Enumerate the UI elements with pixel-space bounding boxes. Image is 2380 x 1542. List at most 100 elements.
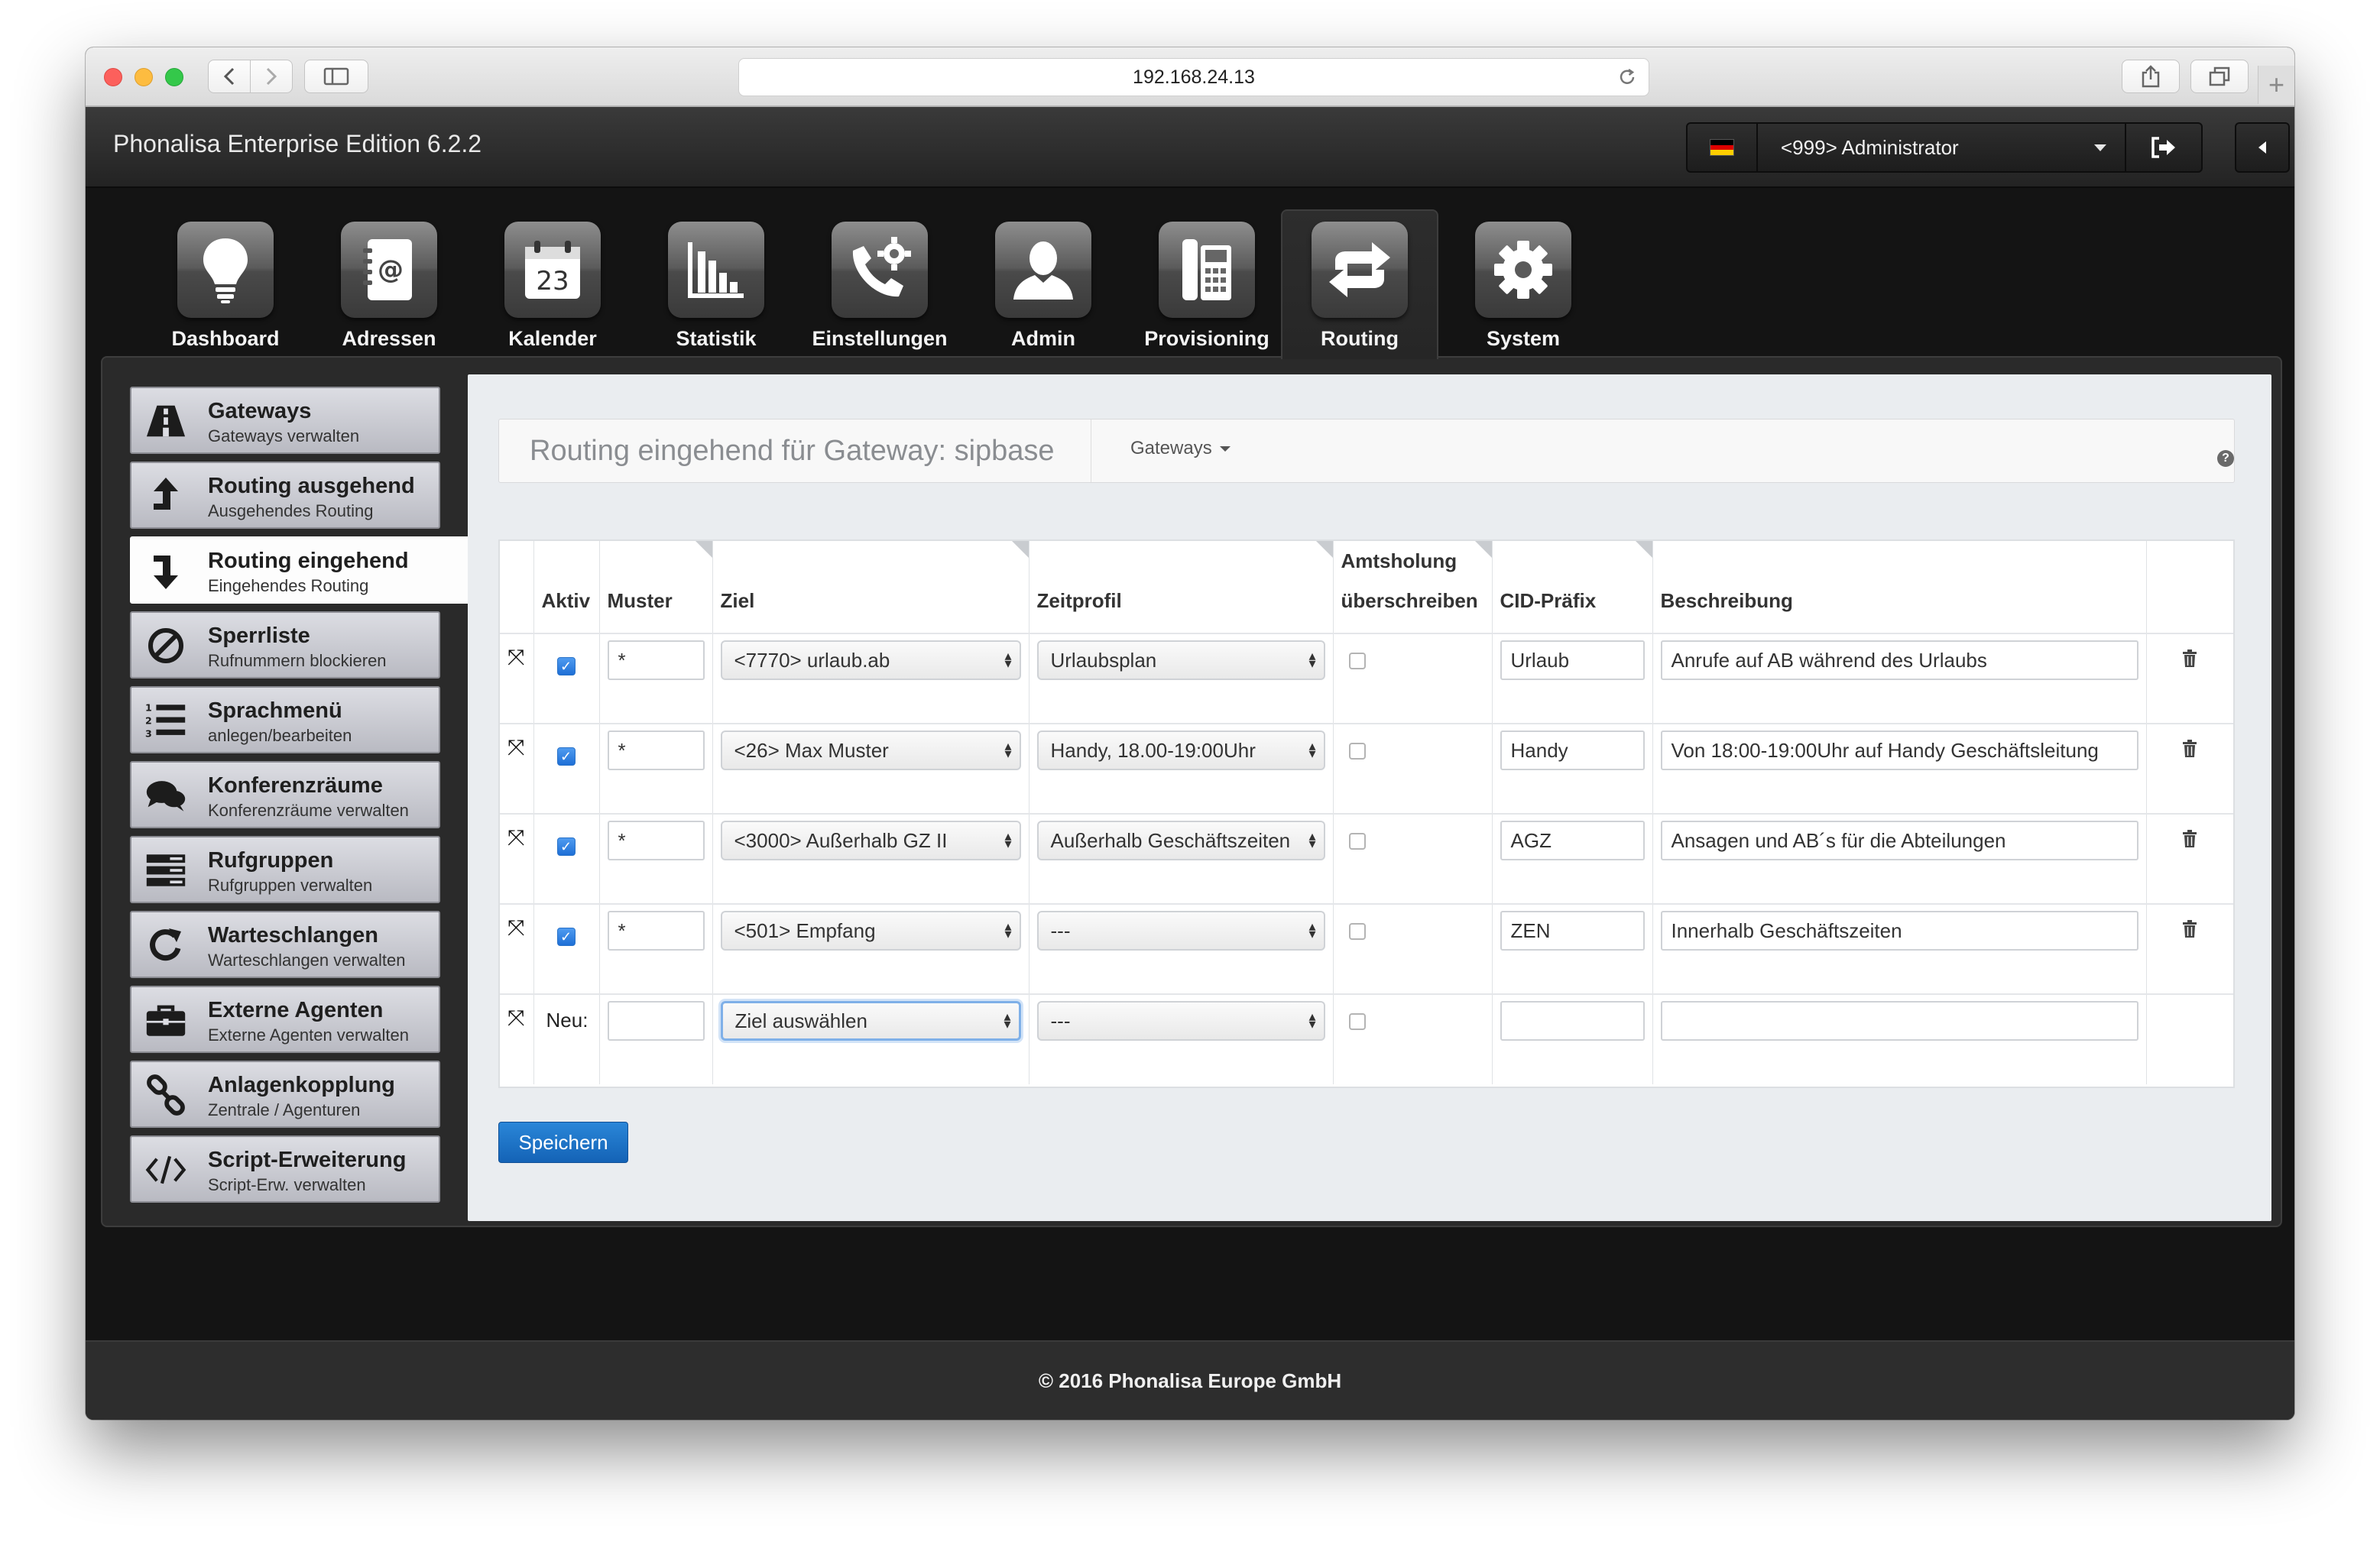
share-button[interactable] — [2122, 60, 2180, 93]
close-window-button[interactable] — [104, 68, 122, 86]
muster-input[interactable]: * — [607, 640, 705, 680]
collapse-button[interactable] — [2235, 122, 2290, 173]
forward-nav-button[interactable] — [250, 60, 293, 93]
header-zeitprofil[interactable]: Zeitprofil — [1029, 541, 1334, 633]
new-muster-input[interactable] — [607, 1001, 705, 1041]
ziel-select[interactable]: <3000> Außerhalb GZ II ▴ ▾ — [720, 821, 1021, 860]
new-beschreibung-input[interactable] — [1660, 1001, 2138, 1041]
zeitprofil-select[interactable]: Handy, 18.00-19:00Uhr ▴ ▾ — [1036, 731, 1325, 770]
new-ziel-select[interactable]: Ziel auswählen ▴ ▾ — [720, 1001, 1021, 1041]
nav-routing[interactable]: Routing — [1281, 209, 1438, 359]
move-icon[interactable]: ⤧ — [507, 1006, 524, 1031]
muster-input[interactable]: * — [607, 911, 705, 951]
header-amtsholung[interactable]: Amtsholung überschreiben — [1333, 541, 1493, 633]
nav-dashboard[interactable]: Dashboard — [147, 190, 304, 358]
nav-statistik[interactable]: Statistik — [637, 190, 795, 358]
nav-admin[interactable]: Admin — [965, 190, 1122, 358]
column-resize-handle[interactable] — [1011, 541, 1029, 558]
cid-input[interactable]: Handy — [1500, 731, 1645, 770]
sidebar-item-anlagenkopplung[interactable]: Anlagenkopplung Zentrale / Agenturen — [130, 1061, 440, 1128]
gateways-dropdown-label: Gateways — [1130, 438, 1212, 458]
move-icon[interactable]: ⤧ — [507, 735, 524, 760]
ziel-select[interactable]: <501> Empfang ▴ ▾ — [720, 911, 1021, 951]
calendar-day: 23 — [536, 266, 569, 296]
nav-kalender[interactable]: 23 Kalender — [474, 190, 631, 358]
beschreibung-input[interactable]: Anrufe auf AB während des Urlaubs — [1660, 640, 2138, 680]
move-icon[interactable]: ⤧ — [507, 825, 524, 850]
column-resize-handle[interactable] — [1474, 541, 1492, 558]
column-resize-handle[interactable] — [1315, 541, 1333, 558]
ziel-select[interactable]: <26> Max Muster ▴ ▾ — [720, 731, 1021, 770]
nav-adressen[interactable]: @ Adressen — [310, 190, 468, 358]
main-panel: Routing eingehend für Gateway: sipbase G… — [468, 374, 2271, 1221]
sidebar-item-warteschlangen[interactable]: Warteschlangen Warteschlangen verwalten — [130, 911, 440, 978]
user-dropdown[interactable]: <999> Administrator — [1758, 124, 2126, 171]
help-icon[interactable]: ? — [2217, 450, 2234, 467]
amtsholung-checkbox[interactable] — [1348, 653, 1366, 669]
trash-icon[interactable] — [2182, 830, 2197, 848]
cid-input[interactable]: ZEN — [1500, 911, 1645, 951]
new-amtsholung-checkbox[interactable] — [1348, 1013, 1366, 1030]
reload-icon[interactable] — [1616, 66, 1638, 88]
nav-provisioning[interactable]: Provisioning — [1128, 190, 1286, 358]
cid-input[interactable]: Urlaub — [1500, 640, 1645, 680]
sidebar-item-gateways[interactable]: Gateways Gateways verwalten — [130, 387, 440, 454]
zeitprofil-select[interactable]: Urlaubsplan ▴ ▾ — [1036, 640, 1325, 680]
nav-einstellungen[interactable]: Einstellungen — [801, 190, 958, 358]
tabs-button[interactable] — [2190, 60, 2249, 93]
move-icon[interactable]: ⤧ — [507, 645, 524, 670]
aktiv-checkbox[interactable]: ✓ — [556, 657, 576, 675]
language-flag-button[interactable] — [1688, 124, 1758, 171]
muster-input[interactable]: * — [607, 821, 705, 860]
amtsholung-checkbox[interactable] — [1348, 833, 1366, 850]
new-cid-input[interactable] — [1500, 1001, 1645, 1041]
amtsholung-checkbox[interactable] — [1348, 923, 1366, 940]
cid-input[interactable]: AGZ — [1500, 821, 1645, 860]
sidebar-item-routing-ausgehend[interactable]: Routing ausgehend Ausgehendes Routing — [130, 462, 440, 529]
aktiv-checkbox[interactable]: ✓ — [556, 928, 576, 946]
header-label: Muster — [607, 589, 673, 612]
move-icon[interactable]: ⤧ — [507, 915, 524, 941]
new-zeitprofil-select[interactable]: --- ▴ ▾ — [1036, 1001, 1325, 1041]
zeitprofil-select[interactable]: Außerhalb Geschäftszeiten ▴ ▾ — [1036, 821, 1325, 860]
beschreibung-input[interactable]: Ansagen und AB´s für die Abteilungen — [1660, 821, 2138, 860]
header-cid[interactable]: CID-Präfix — [1492, 541, 1653, 633]
sidebar-item-externe-agenten[interactable]: Externe Agenten Externe Agenten verwalte… — [130, 986, 440, 1053]
user-menu[interactable]: <999> Administrator — [1686, 122, 2203, 173]
sidebar-item-konferenzraeume[interactable]: Konferenzräume Konferenzräume verwalten — [130, 761, 440, 828]
sidebar-item-sprachmenue[interactable]: 1 23 Sprachmenü anlegen/bearbeiten — [130, 686, 440, 753]
gateways-dropdown[interactable]: Gateways — [1130, 438, 1231, 459]
sidebar-item-sperrliste[interactable]: Sperrliste Rufnummern blockieren — [130, 611, 440, 679]
new-tab-button[interactable]: + — [2258, 66, 2294, 104]
nav-system[interactable]: System — [1445, 190, 1602, 358]
trash-icon[interactable] — [2182, 740, 2197, 758]
muster-input[interactable]: * — [607, 731, 705, 770]
zoom-window-button[interactable] — [165, 68, 183, 86]
aktiv-checkbox[interactable]: ✓ — [556, 837, 576, 856]
back-nav-button[interactable] — [208, 60, 251, 93]
minimize-window-button[interactable] — [135, 68, 153, 86]
zeitprofil-select[interactable]: --- ▴ ▾ — [1036, 911, 1325, 951]
select-arrows-icon: ▴ ▾ — [1308, 738, 1316, 762]
beschreibung-input[interactable]: Innerhalb Geschäftszeiten — [1660, 911, 2138, 951]
sidebar-toggle-button[interactable] — [304, 60, 368, 93]
trash-icon[interactable] — [2182, 920, 2197, 938]
address-bar[interactable]: 192.168.24.13 — [738, 58, 1649, 96]
header-ziel[interactable]: Ziel — [712, 541, 1029, 633]
sidebar-item-rufgruppen[interactable]: Rufgruppen Rufgruppen verwalten — [130, 836, 440, 903]
header-muster[interactable]: Muster — [599, 541, 713, 633]
ziel-select[interactable]: <7770> urlaub.ab ▴ ▾ — [720, 640, 1021, 680]
trash-icon[interactable] — [2182, 650, 2197, 668]
logout-button[interactable] — [2126, 124, 2201, 171]
amtsholung-checkbox[interactable] — [1348, 743, 1366, 760]
column-resize-handle[interactable] — [695, 541, 712, 558]
aktiv-checkbox[interactable]: ✓ — [556, 747, 576, 766]
beschreibung-input[interactable]: Von 18:00-19:00Uhr auf Handy Geschäftsle… — [1660, 731, 2138, 770]
sidebar-title: Script-Erweiterung — [208, 1148, 407, 1172]
save-button[interactable]: Speichern — [498, 1122, 628, 1163]
sidebar-item-script-erweiterung[interactable]: Script-Erweiterung Script-Erw. verwalten — [130, 1135, 440, 1203]
sidebar-item-routing-eingehend[interactable]: Routing eingehend Eingehendes Routing — [130, 536, 469, 604]
column-resize-handle[interactable] — [1635, 541, 1652, 558]
refresh-icon — [150, 928, 181, 961]
server-icon — [146, 854, 186, 886]
